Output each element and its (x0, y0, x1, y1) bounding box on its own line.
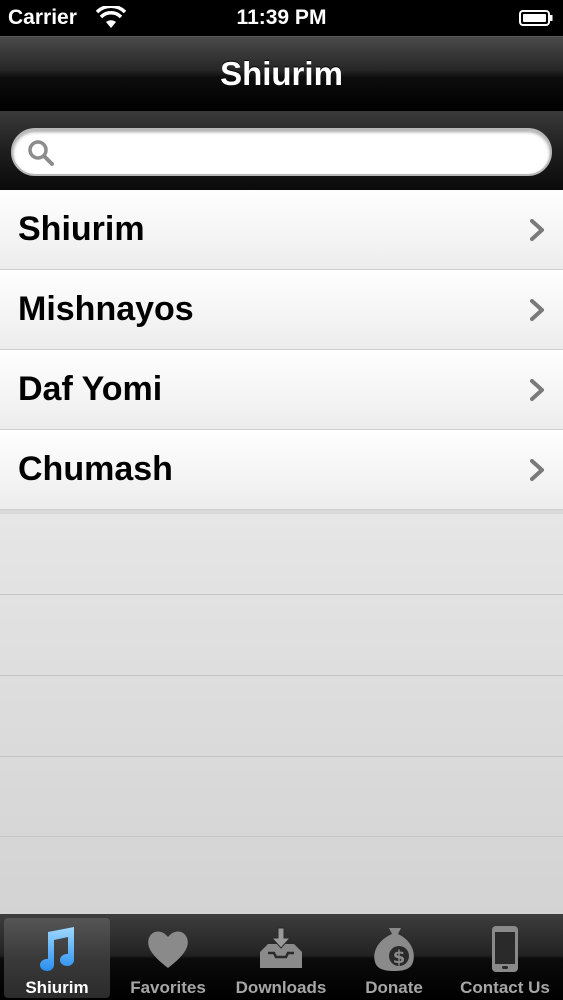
download-tray-icon (260, 927, 302, 968)
empty-list-area (0, 514, 563, 914)
tab-favorites[interactable]: Favorites (115, 918, 221, 998)
search-bar (0, 111, 563, 190)
tab-contact-us[interactable]: Contact Us (452, 918, 558, 998)
tab-donate[interactable]: $ Donate (341, 918, 447, 998)
navigation-bar: Shiurim (0, 36, 563, 111)
search-field[interactable] (11, 128, 552, 176)
tab-label: Shiurim (25, 978, 89, 997)
tab-downloads[interactable]: Downloads (228, 918, 334, 998)
category-list: Shiurim Mishnayos Daf Yomi Chumash (0, 190, 563, 510)
list-item-daf-yomi[interactable]: Daf Yomi (0, 350, 563, 430)
list-item-label: Mishnayos (18, 290, 194, 328)
search-icon (28, 140, 54, 166)
tab-label: Donate (365, 978, 423, 997)
list-item-mishnayos[interactable]: Mishnayos (0, 270, 563, 350)
svg-text:$: $ (393, 947, 406, 968)
tab-label: Contact Us (460, 978, 550, 997)
money-bag-icon: $ (374, 928, 414, 971)
list-item-shiurim[interactable]: Shiurim (0, 190, 563, 270)
tab-shiurim[interactable]: Shiurim (4, 918, 110, 998)
row-divider (0, 836, 563, 837)
chevron-right-icon (530, 379, 544, 401)
list-item-label: Daf Yomi (18, 370, 163, 408)
music-note-icon (40, 927, 74, 971)
chevron-right-icon (530, 299, 544, 321)
list-item-chumash[interactable]: Chumash (0, 430, 563, 510)
page-title: Shiurim (220, 55, 343, 92)
row-divider (0, 675, 563, 676)
tab-label: Downloads (235, 978, 327, 997)
tab-label: Favorites (130, 978, 206, 997)
search-input[interactable] (65, 136, 539, 170)
status-bar: Carrier 11:39 PM (0, 0, 563, 36)
tab-bar: Shiurim Favorites Downloads $ Donate Con… (0, 914, 563, 1000)
status-time: 11:39 PM (236, 6, 327, 29)
row-divider (0, 756, 563, 757)
heart-icon (148, 931, 188, 968)
list-item-label: Chumash (18, 450, 173, 488)
chevron-right-icon (530, 219, 544, 241)
chevron-right-icon (530, 459, 544, 481)
row-divider (0, 594, 563, 595)
battery-icon (519, 10, 553, 26)
phone-icon (492, 926, 518, 972)
list-item-label: Shiurim (18, 210, 145, 248)
